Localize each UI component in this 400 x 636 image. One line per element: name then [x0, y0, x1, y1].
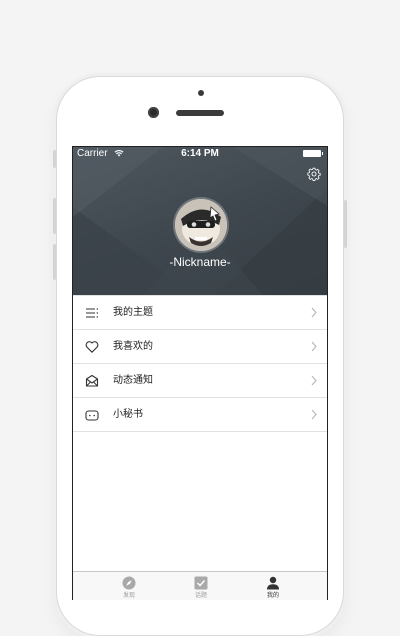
menu-item-secretary[interactable]: 小秘书 [73, 398, 327, 432]
tab-label: 我的 [266, 592, 279, 599]
tab-discover[interactable]: 发现 [109, 576, 149, 600]
nickname[interactable]: -Nickname- [73, 255, 327, 269]
chevron-right-icon [311, 341, 317, 352]
avatar[interactable] [175, 199, 227, 251]
volume-down-button [53, 244, 56, 280]
volume-up-button [53, 198, 56, 234]
battery-icon [303, 150, 323, 157]
menu-item-my-topics[interactable]: 我的主题 [73, 296, 327, 330]
heart-icon [85, 341, 99, 353]
status-time: 6:14 PM [181, 148, 219, 159]
compass-icon [122, 576, 136, 590]
envelope-icon [85, 374, 99, 387]
mute-switch [53, 150, 56, 168]
tab-bar: 发现 话题 我的 [73, 571, 327, 600]
app-screen: Carrier 6:14 PM -Nickname- 我的主题 我喜欢的 动态通… [72, 146, 328, 600]
chevron-right-icon [311, 409, 317, 420]
chat-bot-icon [85, 410, 99, 421]
checkbox-icon [194, 576, 208, 590]
proximity-sensor [198, 90, 204, 96]
tab-topics[interactable]: 话题 [181, 576, 221, 600]
menu-item-label: 动态通知 [113, 375, 153, 386]
menu-item-label: 我的主题 [113, 307, 153, 318]
tab-label: 话题 [194, 592, 207, 599]
menu-item-my-favorites[interactable]: 我喜欢的 [73, 330, 327, 364]
chevron-right-icon [311, 375, 317, 386]
chevron-right-icon [311, 307, 317, 318]
gear-icon[interactable] [307, 167, 321, 181]
menu-item-notifications[interactable]: 动态通知 [73, 364, 327, 398]
status-bar: Carrier 6:14 PM [73, 147, 327, 161]
profile-header: Carrier 6:14 PM -Nickname- [73, 147, 327, 295]
person-icon [267, 576, 279, 590]
menu-list: 我的主题 我喜欢的 动态通知 小秘书 [73, 295, 327, 432]
avatar-image [175, 199, 227, 251]
front-camera [148, 107, 159, 118]
list-icon [86, 308, 98, 318]
tab-mine[interactable]: 我的 [253, 576, 293, 600]
earpiece-speaker [176, 110, 224, 116]
power-button [344, 200, 347, 248]
tab-label: 发现 [122, 592, 135, 599]
menu-item-label: 小秘书 [113, 409, 143, 420]
menu-item-label: 我喜欢的 [113, 341, 153, 352]
